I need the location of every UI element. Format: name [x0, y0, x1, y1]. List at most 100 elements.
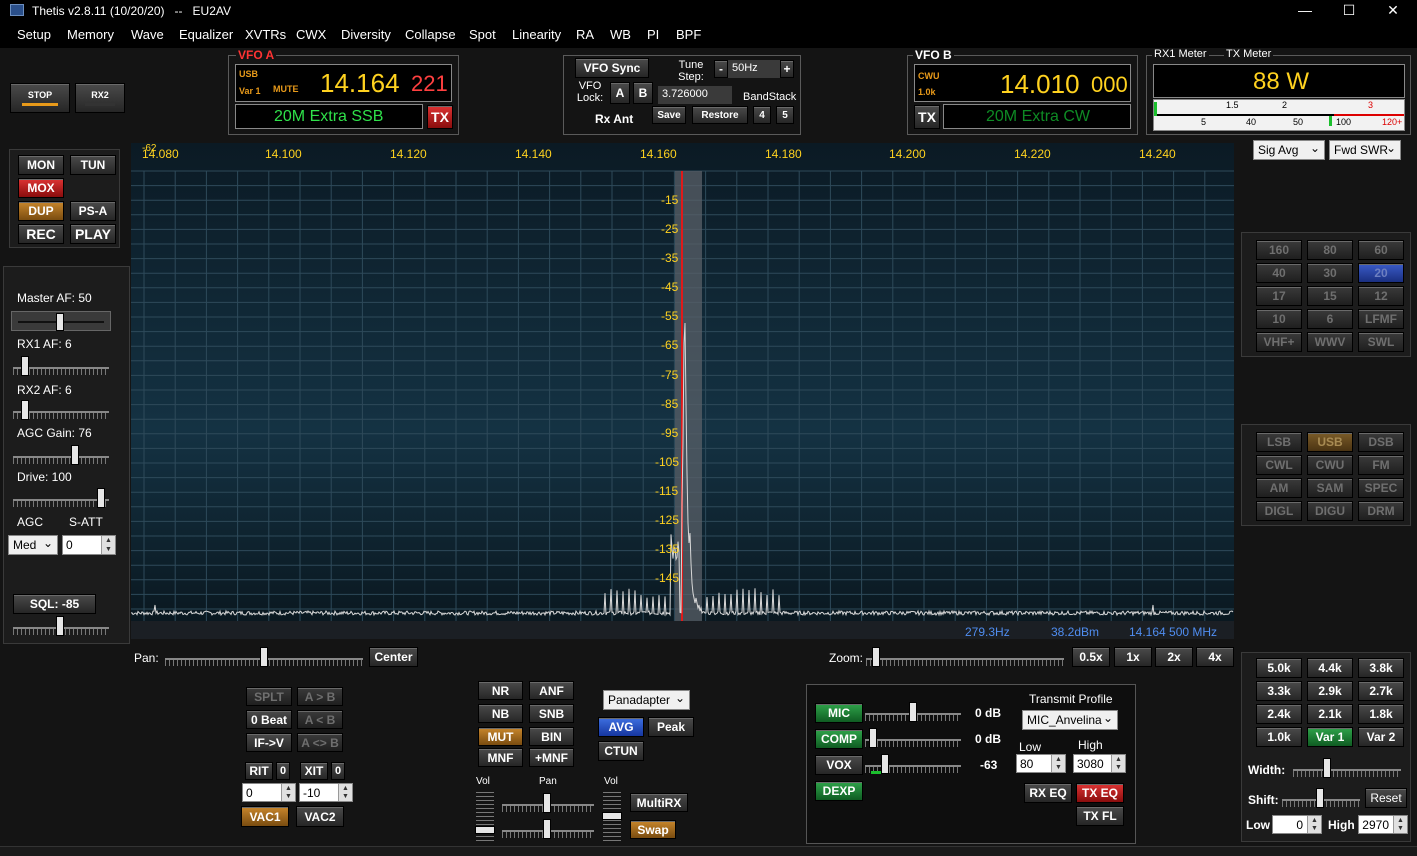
- band-button-wwv[interactable]: WWV: [1307, 332, 1353, 352]
- mon-button[interactable]: MON: [18, 155, 64, 175]
- menu-spot[interactable]: Spot: [469, 27, 496, 42]
- band-button-swl[interactable]: SWL: [1358, 332, 1404, 352]
- rx2-vol-slider[interactable]: [602, 792, 622, 842]
- xit-button[interactable]: XIT: [300, 762, 328, 780]
- menu-setup[interactable]: Setup: [17, 27, 51, 42]
- stop-button[interactable]: STOP: [10, 83, 70, 113]
- rx2-vol-thumb[interactable]: [602, 812, 622, 820]
- filter-button-4-4k[interactable]: 4.4k: [1307, 658, 1353, 678]
- tx-low-spinner[interactable]: ▲ ▼: [1051, 755, 1065, 772]
- comp-slider[interactable]: [865, 728, 961, 748]
- dup-button[interactable]: DUP: [18, 201, 64, 221]
- bandstack-5[interactable]: 5: [776, 106, 794, 124]
- tx-eq-button[interactable]: TX EQ: [1076, 783, 1124, 803]
- mode-button-digu[interactable]: DIGU: [1307, 501, 1353, 521]
- menu-equalizer[interactable]: Equalizer: [179, 27, 233, 42]
- mut-button[interactable]: MUT: [478, 727, 523, 746]
- vfo-b-tx-button[interactable]: TX: [914, 105, 940, 129]
- rx-pan-slider-1[interactable]: [502, 793, 594, 813]
- filter-button-5-0k[interactable]: 5.0k: [1256, 658, 1302, 678]
- rx-pan-thumb-1[interactable]: [543, 793, 551, 813]
- rit-button[interactable]: RIT: [245, 762, 273, 780]
- vfo-lock-a[interactable]: A: [610, 82, 630, 104]
- menu-memory[interactable]: Memory: [67, 27, 114, 42]
- menu-collapse[interactable]: Collapse: [405, 27, 456, 42]
- ctun-button[interactable]: CTUN: [598, 741, 644, 761]
- master-af-slider[interactable]: [11, 311, 111, 331]
- mic-thumb[interactable]: [909, 702, 917, 722]
- master-af-thumb[interactable]: [56, 313, 64, 331]
- vfo-a-display[interactable]: USB Var 1 MUTE 14.164 221: [235, 64, 452, 102]
- filter-button-2-7k[interactable]: 2.7k: [1358, 681, 1404, 701]
- bandstack-4[interactable]: 4: [753, 106, 771, 124]
- tx-high-input[interactable]: 3080 ▲ ▼: [1073, 754, 1126, 773]
- sql-thumb[interactable]: [56, 616, 64, 636]
- band-button-12[interactable]: 12: [1358, 286, 1404, 306]
- band-button-20[interactable]: 20: [1358, 263, 1404, 283]
- sql-slider[interactable]: [13, 616, 109, 636]
- menu-xvtrs[interactable]: XVTRs: [245, 27, 286, 42]
- filter-reset-button[interactable]: Reset: [1365, 788, 1407, 808]
- menu-linearity[interactable]: Linearity: [512, 27, 561, 42]
- transmit-profile-select[interactable]: MIC_Anvelina: [1022, 710, 1118, 730]
- rx-pan-thumb-2[interactable]: [543, 819, 551, 839]
- mode-button-cwl[interactable]: CWL: [1256, 455, 1302, 475]
- vfo-lock-b[interactable]: B: [633, 82, 653, 104]
- a-to-b-button[interactable]: A > B: [297, 687, 343, 706]
- rit-toggle[interactable]: 0: [276, 762, 290, 780]
- bin-button[interactable]: BIN: [529, 727, 574, 746]
- b-to-a-button[interactable]: A < B: [297, 710, 343, 729]
- comp-button[interactable]: COMP: [815, 729, 863, 749]
- mode-button-usb[interactable]: USB: [1307, 432, 1353, 452]
- rx-vol-thumb[interactable]: [475, 826, 495, 834]
- mode-button-spec[interactable]: SPEC: [1358, 478, 1404, 498]
- dexp-button[interactable]: DEXP: [815, 781, 863, 801]
- rx2-af-thumb[interactable]: [21, 400, 29, 420]
- zoom-thumb[interactable]: [872, 647, 880, 667]
- rec-button[interactable]: REC: [18, 224, 64, 244]
- plus-mnf-button[interactable]: +MNF: [529, 748, 574, 767]
- psa-button[interactable]: PS-A: [70, 201, 116, 221]
- a-swap-b-button[interactable]: A <> B: [297, 733, 343, 752]
- menu-wb[interactable]: WB: [610, 27, 631, 42]
- agc-select[interactable]: Med: [8, 535, 58, 555]
- swap-button[interactable]: Swap: [630, 820, 676, 839]
- mode-button-dsb[interactable]: DSB: [1358, 432, 1404, 452]
- zoom-2x-button[interactable]: 2x: [1155, 647, 1193, 667]
- avg-button[interactable]: AVG: [598, 717, 644, 737]
- freq-field[interactable]: 3.726000: [658, 86, 732, 104]
- fwd-swr-select[interactable]: Fwd SWR: [1329, 140, 1401, 160]
- rit-value-input[interactable]: 0 ▲ ▼: [242, 783, 296, 802]
- filter-button-2-9k[interactable]: 2.9k: [1307, 681, 1353, 701]
- filter-button-1-0k[interactable]: 1.0k: [1256, 727, 1302, 747]
- band-button-lfmf[interactable]: LFMF: [1358, 309, 1404, 329]
- band-button-60[interactable]: 60: [1358, 240, 1404, 260]
- rx-eq-button[interactable]: RX EQ: [1024, 783, 1072, 803]
- menu-ra[interactable]: RA: [576, 27, 594, 42]
- rx-pan-slider-2[interactable]: [502, 819, 594, 839]
- agc-gain-thumb[interactable]: [71, 445, 79, 465]
- filter-button-var-2[interactable]: Var 2: [1358, 727, 1404, 747]
- tx-low-input[interactable]: 80 ▲ ▼: [1016, 754, 1066, 773]
- filter-button-2-4k[interactable]: 2.4k: [1256, 704, 1302, 724]
- save-button[interactable]: Save: [652, 106, 686, 124]
- menu-cwx[interactable]: CWX: [296, 27, 326, 42]
- mic-button[interactable]: MIC: [815, 703, 863, 723]
- xit-spinner[interactable]: ▲ ▼: [338, 784, 352, 801]
- xit-value-input[interactable]: -10 ▲ ▼: [299, 783, 353, 802]
- vfo-sync-button[interactable]: VFO Sync: [575, 58, 649, 78]
- shift-thumb[interactable]: [1316, 788, 1324, 808]
- menu-pi[interactable]: PI: [647, 27, 659, 42]
- mox-button[interactable]: MOX: [18, 178, 64, 198]
- tune-step-down[interactable]: -: [714, 60, 728, 78]
- menu-bpf[interactable]: BPF: [676, 27, 701, 42]
- tx-meter-label[interactable]: TX Meter: [1224, 48, 1274, 60]
- if-to-v-button[interactable]: IF->V: [246, 733, 292, 752]
- center-button[interactable]: Center: [369, 647, 418, 667]
- nb-button[interactable]: NB: [478, 704, 523, 723]
- band-button-40[interactable]: 40: [1256, 263, 1302, 283]
- filter-button-1-8k[interactable]: 1.8k: [1358, 704, 1404, 724]
- vox-slider[interactable]: [865, 754, 961, 774]
- pan-slider[interactable]: [165, 647, 363, 667]
- rx1-meter-label[interactable]: RX1 Meter: [1152, 48, 1209, 60]
